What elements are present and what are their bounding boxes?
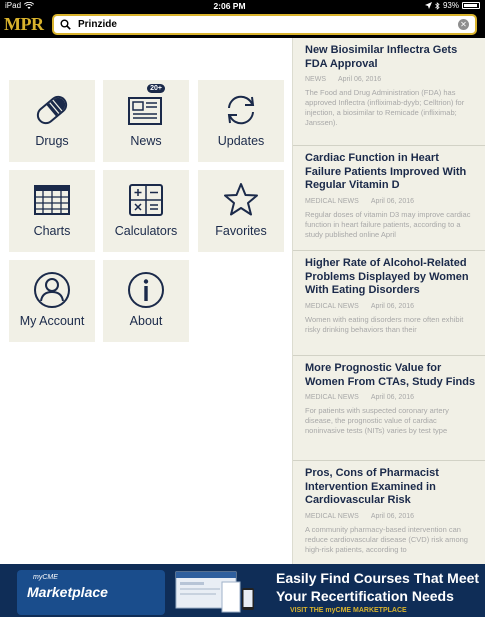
battery-percent: 93% (442, 1, 459, 10)
tile-my-account[interactable]: My Account (9, 260, 95, 342)
news-title[interactable]: Cardiac Function in Heart Failure Patien… (305, 152, 477, 193)
star-icon (224, 183, 258, 216)
news-meta: MEDICAL NEWS April 06, 2016 (305, 198, 477, 205)
news-item[interactable]: Pros, Cons of Pharmacist Intervention Ex… (293, 461, 485, 564)
news-item[interactable]: More Prognostic Value for Women From CTA… (293, 356, 485, 461)
refresh-icon (227, 95, 255, 125)
news-date: April 06, 2016 (370, 512, 415, 520)
search-input[interactable]: Prinzide ✕ (52, 14, 477, 35)
news-summary: Regular doses of vitamin D3 may improve … (305, 209, 471, 239)
news-title[interactable]: Pros, Cons of Pharmacist Intervention Ex… (305, 467, 477, 508)
tile-label-about: About (129, 314, 163, 328)
device-label: iPad (5, 1, 22, 10)
search-value[interactable]: Prinzide (78, 19, 458, 30)
tile-charts[interactable]: Charts (9, 170, 95, 252)
news-summary: The Food and Drug Administration (FDA) h… (305, 88, 465, 127)
tile-label-favorites: Favorites (215, 224, 267, 238)
tile-label-drugs: Drugs (35, 134, 69, 148)
menu-tiles: Drugs 20+ News Updates Charts Calculator… (0, 38, 292, 564)
calculator-icon (129, 184, 163, 216)
news-meta: NEWS April 06, 2016 (305, 76, 477, 83)
tile-calculators[interactable]: Calculators (103, 170, 189, 252)
banner-brand-large: Marketplace (27, 584, 108, 600)
info-icon (128, 272, 164, 308)
news-item[interactable]: New Biosimilar Inflectra Gets FDA Approv… (293, 38, 485, 146)
news-date: April 06, 2016 (370, 302, 415, 310)
pill-icon (36, 95, 68, 125)
tile-drugs[interactable]: Drugs (9, 80, 95, 162)
newspaper-icon (128, 97, 162, 125)
tile-about[interactable]: About (103, 260, 189, 342)
ad-banner[interactable]: myCME Marketplace Easily Find Courses Th… (0, 564, 485, 617)
news-category: NEWS (305, 76, 326, 83)
search-icon (60, 19, 72, 31)
app-logo: MPR (4, 14, 44, 34)
news-title[interactable]: New Biosimilar Inflectra Gets FDA Approv… (305, 44, 477, 71)
banner-headline-1: Easily Find Courses That Meet (276, 570, 480, 586)
tile-label-charts: Charts (33, 224, 71, 238)
news-date: April 06, 2016 (370, 197, 415, 205)
tile-news[interactable]: 20+ News (103, 80, 189, 162)
wifi-icon (24, 1, 35, 9)
table-grid-icon (34, 185, 70, 215)
news-summary: For patients with suspected coronary art… (305, 406, 449, 435)
devices-illustration-icon (175, 571, 254, 613)
banner-headline-2: Your Recertification Needs (276, 588, 454, 604)
status-time: 2:06 PM (213, 0, 246, 11)
news-meta: MEDICAL NEWS April 06, 2016 (305, 394, 477, 401)
news-item[interactable]: Higher Rate of Alcohol-Related Problems … (293, 251, 485, 356)
news-category: MEDICAL NEWS (305, 512, 359, 520)
news-category: MEDICAL NEWS (305, 302, 359, 310)
news-title[interactable]: More Prognostic Value for Women From CTA… (305, 362, 477, 389)
app-header: MPR Prinzide ✕ (0, 11, 485, 38)
news-list[interactable]: New Biosimilar Inflectra Gets FDA Approv… (292, 38, 485, 564)
banner-logo: myCME Marketplace (17, 570, 165, 615)
status-bar: iPad 2:06 PM 93% (0, 0, 485, 11)
news-count-badge: 20+ (147, 84, 165, 93)
tile-label-updates: Updates (217, 134, 265, 148)
tile-updates[interactable]: Updates (198, 80, 284, 162)
news-date: April 06, 2016 (338, 76, 382, 83)
news-date: April 06, 2016 (370, 394, 415, 401)
tile-favorites[interactable]: Favorites (198, 170, 284, 252)
bluetooth-icon (435, 1, 440, 10)
news-meta: MEDICAL NEWS April 06, 2016 (305, 513, 477, 520)
news-category: MEDICAL NEWS (305, 197, 359, 205)
user-icon (34, 272, 70, 308)
news-summary: Women with eating disorders more often e… (305, 314, 464, 334)
battery-icon (462, 2, 480, 9)
news-item[interactable]: Cardiac Function in Heart Failure Patien… (293, 146, 485, 251)
news-title[interactable]: Higher Rate of Alcohol-Related Problems … (305, 257, 477, 298)
news-summary: A community pharmacy-based intervention … (305, 524, 468, 554)
location-arrow-icon (424, 2, 432, 9)
tile-label-calculators: Calculators (114, 224, 178, 238)
banner-brand-small: myCME (33, 574, 58, 581)
banner-cta-link[interactable]: VISIT THE myCME MARKETPLACE (290, 607, 407, 614)
clear-search-icon[interactable]: ✕ (458, 19, 469, 30)
news-meta: MEDICAL NEWS April 06, 2016 (305, 303, 477, 310)
news-category: MEDICAL NEWS (305, 394, 359, 401)
tile-label-my-account: My Account (19, 314, 85, 328)
tile-label-news: News (130, 134, 162, 148)
